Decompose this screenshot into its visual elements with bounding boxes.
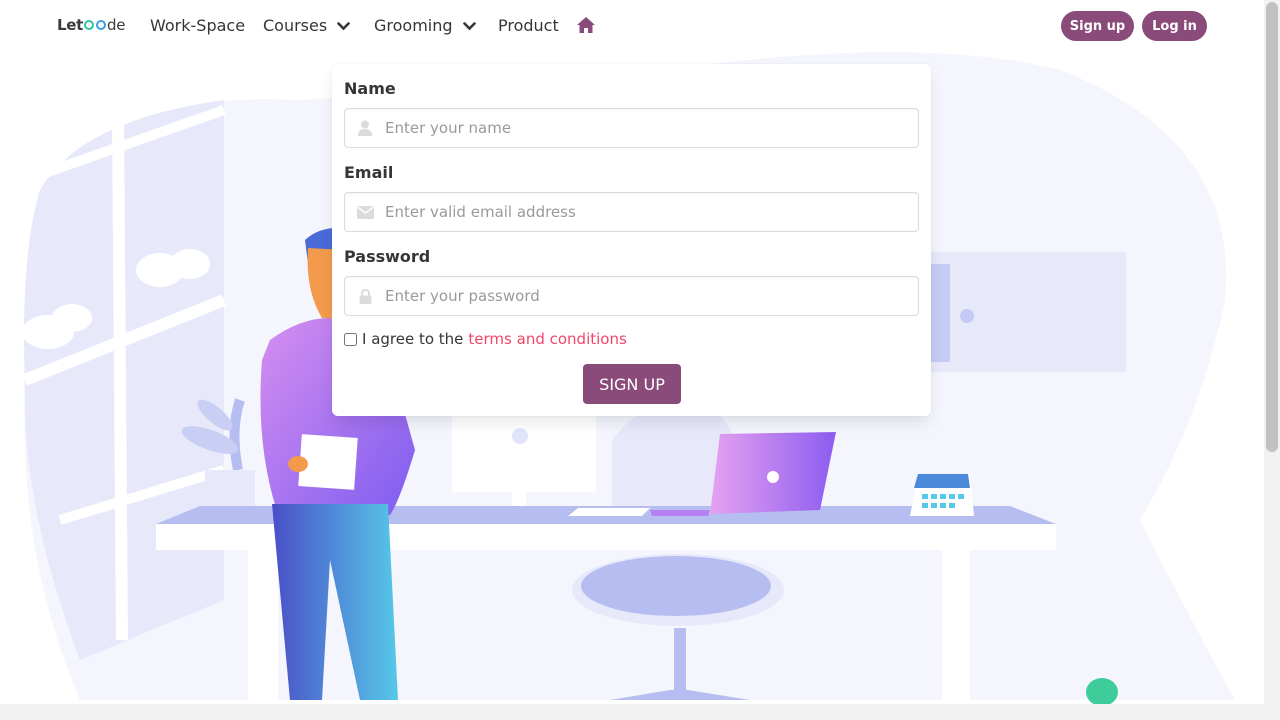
email-label: Email	[344, 163, 394, 182]
password-label: Password	[344, 247, 431, 266]
nav-item-label: Work-Space	[150, 16, 246, 35]
logo-suffix: de	[107, 16, 126, 34]
sign-up-submit-button[interactable]: SIGN UP	[583, 364, 681, 404]
nav-item-product[interactable]: Product	[498, 16, 559, 35]
nav-item-label: Product	[498, 16, 559, 35]
nav-item-grooming[interactable]: Grooming	[374, 16, 476, 35]
nav-item-workspace[interactable]: Work-Space	[150, 16, 245, 35]
terms-link[interactable]: terms and conditions	[468, 330, 626, 348]
home-icon[interactable]	[576, 16, 596, 34]
login-button[interactable]: Log in	[1142, 11, 1207, 41]
signup-form-card: Name Email Password I agree to the terms…	[332, 64, 931, 416]
vertical-scrollbar[interactable]	[1264, 0, 1280, 720]
terms-agreement: I agree to the terms and conditions	[344, 330, 627, 348]
password-field-wrapper	[344, 276, 919, 316]
signup-button[interactable]: Sign up	[1061, 11, 1134, 41]
name-input[interactable]	[385, 110, 905, 146]
email-input[interactable]	[385, 194, 905, 230]
name-field-wrapper	[344, 108, 919, 148]
agree-checkbox[interactable]	[344, 332, 357, 346]
vertical-scrollbar-thumb[interactable]	[1266, 2, 1278, 452]
lock-icon	[345, 277, 385, 315]
user-icon	[345, 109, 385, 147]
chevron-down-icon	[337, 22, 351, 31]
letcode-logo[interactable]: Let de	[57, 16, 125, 34]
nav-item-label: Courses	[263, 16, 328, 35]
chevron-down-icon	[462, 22, 476, 31]
nav-item-label: Grooming	[374, 16, 453, 35]
logo-rings	[83, 20, 107, 30]
nav-item-courses[interactable]: Courses	[263, 16, 351, 35]
agree-text: I agree to the	[362, 330, 464, 348]
horizontal-scrollbar[interactable]	[0, 704, 1264, 720]
email-field-wrapper	[344, 192, 919, 232]
logo-prefix: Let	[57, 16, 84, 34]
name-label: Name	[344, 79, 396, 98]
top-navbar: Let de Work-Space Courses Grooming Produ…	[0, 0, 1264, 52]
password-input[interactable]	[385, 278, 905, 314]
envelope-icon	[345, 193, 385, 231]
